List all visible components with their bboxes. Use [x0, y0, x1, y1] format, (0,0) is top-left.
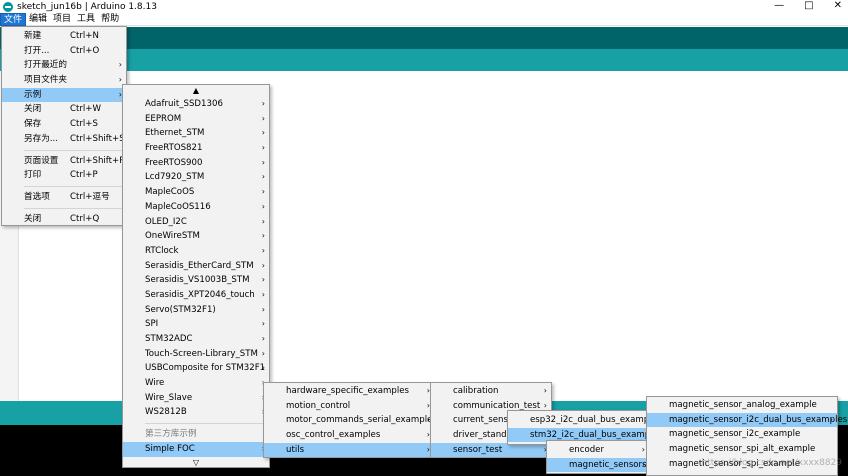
menu-item-print[interactable]: 打印 Ctrl+P — [2, 168, 126, 183]
chevron-right-icon: › — [261, 260, 265, 270]
window-controls: — □ ✕ — [774, 0, 842, 12]
chevron-right-icon: › — [261, 304, 265, 314]
chevron-right-icon: › — [261, 113, 265, 123]
menu-item-open[interactable]: 打开... Ctrl+O — [2, 44, 126, 59]
chevron-right-icon: › — [261, 172, 265, 182]
menu-separator — [24, 185, 124, 187]
example-library-item[interactable]: STM32ADC › — [123, 332, 269, 347]
example-library-item[interactable]: Wire› — [123, 376, 269, 391]
example-library-item[interactable]: Touch-Screen-Library_STM › — [123, 347, 269, 362]
examples-menu: ▲ Adafruit_SSD1306 › EEPROM › Ethernet_STM… — [122, 84, 270, 468]
file-menu: 新建 Ctrl+N 打开... Ctrl+O 打开最近的 › 项目文件夹 › 示例 › 关… — [1, 26, 127, 226]
submenu-item[interactable]: magnetic_sensor_i2c_example — [647, 427, 837, 442]
menu-item-preferences[interactable]: 首选项 Ctrl+逗号 — [2, 190, 126, 205]
example-library-item[interactable]: Serasidis_XPT2046_touch › — [123, 288, 269, 303]
example-library-item[interactable]: Servo(STM32F1) › — [123, 303, 269, 318]
menu-item-new[interactable]: 新建 Ctrl+N — [2, 29, 126, 44]
submenu-item-utils[interactable]: utils › — [264, 442, 434, 458]
example-library-item[interactable]: USBComposite for STM32F1 › — [123, 361, 269, 376]
example-library-item[interactable]: RTClock › — [123, 244, 269, 259]
example-library-item[interactable]: SPI › — [123, 317, 269, 332]
submenu-item[interactable]: osc_control_examples › — [264, 428, 434, 443]
chevron-right-icon: › — [261, 334, 265, 343]
chevron-right-icon: › — [641, 459, 645, 469]
menu-sketch[interactable]: 项目 — [50, 13, 74, 26]
chevron-right-icon: › — [261, 201, 265, 211]
menu-edit[interactable]: 编辑 — [26, 13, 50, 26]
example-library-item[interactable]: FreeRTOS821 › — [123, 141, 269, 156]
example-library-item[interactable]: MapleCoOS116 › — [123, 200, 269, 215]
chevron-right-icon: › — [261, 157, 265, 167]
tab-bar — [0, 49, 848, 71]
menu-item-sketchbook[interactable]: 项目文件夹 › — [2, 73, 126, 88]
menu-file[interactable]: 文件 — [0, 12, 27, 26]
chevron-right-icon: › — [118, 60, 122, 70]
window-title: sketch_jun16b | Arduino 1.8.13 — [17, 1, 157, 12]
example-library-item[interactable]: OLED_I2C › — [123, 215, 269, 230]
chevron-right-icon: › — [261, 348, 265, 358]
menu-help[interactable]: 帮助 — [98, 13, 122, 26]
chevron-right-icon: › — [261, 187, 265, 197]
submenu-item[interactable]: encoder › — [547, 443, 649, 458]
chevron-right-icon: › — [543, 386, 547, 395]
chevron-right-icon: › — [261, 275, 265, 285]
example-library-item[interactable]: Wire_Slave› — [123, 391, 269, 406]
chevron-right-icon: › — [261, 128, 265, 138]
third-party-section-header: 第三方库示例 — [145, 429, 197, 440]
toolbar — [0, 27, 848, 49]
chevron-right-icon: › — [261, 363, 265, 373]
example-library-item[interactable]: Serasidis_EtherCard_STM › — [123, 259, 269, 274]
watermark: https://blog.csdn.net/xxxx8829 — [701, 458, 842, 468]
submenu-item[interactable]: motor_commands_serial_examples › — [264, 413, 437, 428]
submenu-item[interactable]: hardware_specific_examples › — [264, 384, 434, 399]
menu-tools[interactable]: 工具 — [74, 13, 98, 26]
menu-item-save-as[interactable]: 另存为... Ctrl+Shift+S — [2, 132, 126, 147]
chevron-right-icon: › — [261, 289, 265, 299]
menu-item-page-setup[interactable]: 页面设置 Ctrl+Shift+P — [2, 154, 126, 169]
chevron-right-icon: › — [261, 99, 265, 108]
arduino-logo-icon — [3, 1, 13, 12]
example-library-item[interactable]: OneWireSTM › — [123, 229, 269, 244]
submenu-item-magnetic-sensors[interactable]: magnetic_sensors › — [547, 457, 649, 473]
example-library-simplefoc[interactable]: Simple FOC› — [123, 441, 269, 457]
example-library-item[interactable]: FreeRTOS900 › — [123, 156, 269, 171]
scroll-down-icon[interactable]: ▽ — [123, 457, 269, 469]
menu-item-close[interactable]: 关闭 Ctrl+W — [2, 102, 126, 117]
submenu-item[interactable]: magnetic_sensor_spi_alt_example — [647, 442, 837, 457]
submenu-item[interactable]: esp32_i2c_dual_bus_example — [508, 413, 657, 428]
menu-item-quit[interactable]: 关闭 Ctrl+Q — [2, 212, 126, 227]
chevron-right-icon: › — [641, 445, 645, 454]
submenu-item[interactable]: magnetic_sensor_analog_example — [647, 398, 837, 413]
example-library-item[interactable]: Serasidis_VS1003B_STM › — [123, 273, 269, 288]
example-library-item[interactable]: MapleCoOS › — [123, 185, 269, 200]
submenu-item[interactable]: calibration › — [431, 384, 551, 399]
simplefoc-submenu: hardware_specific_examples › motion_contr… — [263, 382, 437, 458]
submenu-item-i2c-dual-bus[interactable]: magnetic_sensor_i2c_dual_bus_examples › — [647, 412, 847, 428]
minimize-button[interactable]: — — [774, 0, 784, 12]
chevron-right-icon: › — [261, 231, 265, 241]
magnetic-sensors-submenu: encoder › magnetic_sensors › — [546, 440, 650, 474]
title-bar: sketch_jun16b | Arduino 1.8.13 — □ ✕ — [0, 0, 848, 13]
menu-item-open-recent[interactable]: 打开最近的 › — [2, 58, 126, 73]
example-library-item[interactable]: WS2812B› — [123, 405, 269, 420]
example-library-item[interactable]: Lcd7920_STM › — [123, 170, 269, 185]
chevron-right-icon: › — [829, 414, 833, 424]
chevron-right-icon: › — [261, 216, 265, 226]
menu-item-save[interactable]: 保存 Ctrl+S — [2, 117, 126, 132]
chevron-right-icon: › — [261, 143, 265, 153]
example-library-item[interactable]: Ethernet_STM › — [123, 126, 269, 141]
chevron-right-icon: › — [261, 319, 265, 329]
menu-item-examples[interactable]: 示例 › — [2, 87, 126, 103]
scroll-up-icon[interactable]: ▲ — [123, 85, 269, 97]
example-library-item[interactable]: Adafruit_SSD1306 › — [123, 97, 269, 112]
chevron-right-icon: › — [261, 245, 265, 255]
maximize-button[interactable]: □ — [804, 0, 813, 12]
menu-separator — [24, 149, 124, 151]
submenu-item[interactable]: motion_control › — [264, 399, 434, 414]
close-button[interactable]: ✕ — [834, 0, 842, 12]
menu-separator — [24, 207, 124, 209]
menu-bar: 文件 编辑 项目 工具 帮助 — [0, 12, 848, 26]
example-library-item[interactable]: EEPROM › — [123, 112, 269, 127]
menu-separator — [145, 423, 267, 425]
